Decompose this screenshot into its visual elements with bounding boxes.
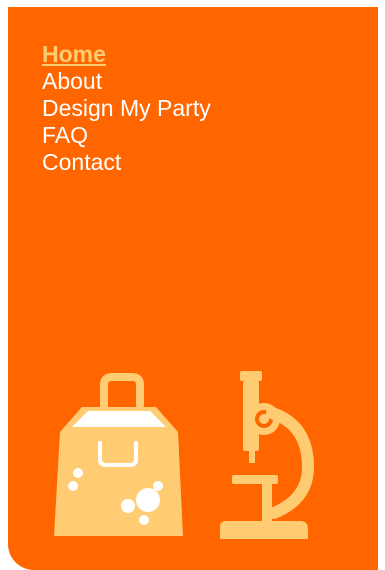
sidebar-panel: Home About Design My Party FAQ Contact (8, 7, 378, 570)
shopping-bag-icon (54, 373, 183, 536)
sidebar-illustrations (54, 371, 315, 539)
microscope-icon (220, 371, 315, 539)
